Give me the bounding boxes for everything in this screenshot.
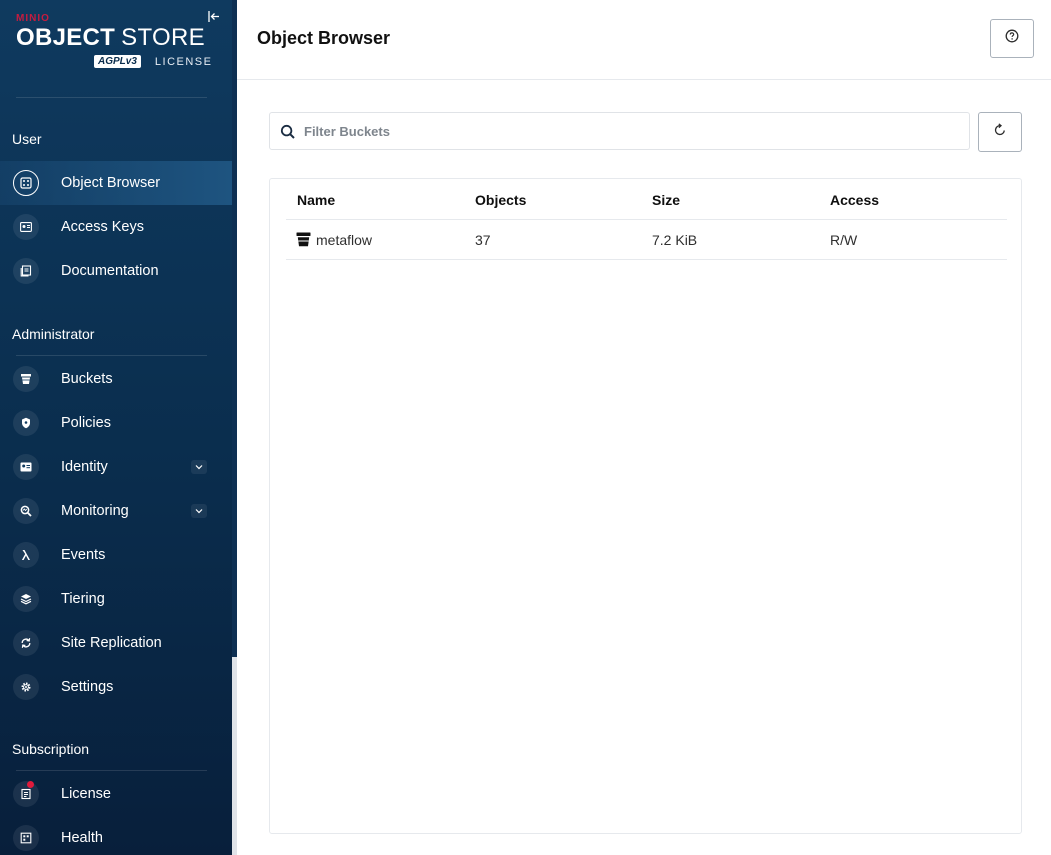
site-replication-icon [13, 630, 39, 656]
sidebar-item-label: Monitoring [61, 503, 129, 519]
sidebar-item-license[interactable]: License [0, 772, 232, 816]
refresh-icon [993, 122, 1007, 142]
section-administrator: Administrator [12, 326, 95, 342]
health-icon [13, 825, 39, 851]
section-subscription: Subscription [12, 741, 90, 757]
page-header: Object Browser [237, 0, 1051, 80]
logo-license: AGPLv3 LICENSE [94, 55, 212, 68]
sidebar-item-policies[interactable]: Policies [0, 401, 232, 445]
column-header-name[interactable]: Name [297, 192, 335, 208]
table-row[interactable]: metaflow 37 7.2 KiB R/W [286, 220, 1007, 260]
column-header-access[interactable]: Access [830, 192, 879, 208]
sidebar-item-monitoring[interactable]: Monitoring [0, 489, 232, 533]
sidebar-divider [16, 770, 207, 771]
sidebar-item-identity[interactable]: Identity [0, 445, 232, 489]
sidebar-divider [16, 97, 207, 98]
sidebar-item-label: License [61, 786, 111, 802]
bucket-icon [296, 232, 311, 247]
sidebar-item-buckets[interactable]: Buckets [0, 357, 232, 401]
sidebar-item-label: Health [61, 830, 103, 846]
bucket-access: R/W [830, 232, 858, 248]
column-header-objects[interactable]: Objects [475, 192, 526, 208]
sidebar-item-label: Tiering [61, 591, 105, 607]
notification-badge [27, 781, 34, 788]
sidebar-item-settings[interactable]: Settings [0, 665, 232, 709]
object-browser-icon [13, 170, 39, 196]
refresh-button[interactable] [978, 112, 1022, 152]
license-text: LICENSE [154, 55, 213, 68]
documentation-icon [13, 258, 39, 284]
chevron-down-icon[interactable] [191, 460, 207, 474]
sidebar-item-tiering[interactable]: Tiering [0, 577, 232, 621]
buckets-table: Name Objects Size Access metaflow 37 7.2… [269, 178, 1022, 834]
page-title: Object Browser [257, 28, 391, 48]
sidebar-scrollbar-thumb[interactable] [232, 0, 237, 657]
gear-icon [13, 674, 39, 700]
sidebar-item-label: Settings [61, 679, 114, 695]
help-icon [1005, 29, 1019, 48]
sidebar-item-label: Identity [61, 459, 108, 475]
logo-product-light: STORE [121, 24, 205, 51]
sidebar-item-label: Events [61, 547, 106, 563]
chevron-down-icon[interactable] [191, 504, 207, 518]
agpl-badge: AGPLv3 [94, 55, 141, 68]
search-input[interactable] [304, 121, 954, 141]
access-keys-icon [13, 214, 39, 240]
section-user: User [12, 131, 42, 147]
sidebar-item-object-browser[interactable]: Object Browser [0, 161, 232, 205]
lambda-icon [13, 542, 39, 568]
minio-logo: MINIO OBJECT STORE AGPLv3 LICENSE [16, 13, 211, 73]
logo-product-name: OBJECT STORE [16, 25, 206, 51]
sidebar-item-label: Policies [61, 415, 111, 431]
identity-icon [13, 454, 39, 480]
sidebar-item-health[interactable]: Health [0, 816, 232, 855]
sidebar-item-site-replication[interactable]: Site Replication [0, 621, 232, 665]
tiering-icon [13, 586, 39, 612]
sidebar-item-label: Access Keys [61, 219, 144, 235]
sidebar-item-label: Buckets [61, 371, 113, 387]
filter-buckets-search [269, 112, 970, 150]
sidebar-divider [16, 355, 207, 356]
sidebar-item-events[interactable]: Events [0, 533, 232, 577]
sidebar: MINIO OBJECT STORE AGPLv3 LICENSE User O… [0, 0, 232, 855]
help-button[interactable] [990, 19, 1034, 58]
policies-icon [13, 410, 39, 436]
collapse-sidebar-icon[interactable] [206, 9, 222, 25]
sidebar-item-label: Site Replication [61, 635, 162, 651]
sidebar-item-label: Documentation [61, 263, 159, 279]
sidebar-scrollbar[interactable] [232, 0, 237, 855]
logo-minio-text: MINIO [16, 13, 50, 24]
sidebar-item-access-keys[interactable]: Access Keys [0, 205, 232, 249]
license-icon [13, 781, 39, 807]
bucket-name: metaflow [316, 232, 373, 248]
search-icon [280, 124, 296, 140]
bucket-icon [13, 366, 39, 392]
bucket-objects: 37 [475, 232, 491, 248]
monitoring-icon [13, 498, 39, 524]
sidebar-item-label: Object Browser [61, 175, 161, 191]
table-header: Name Objects Size Access [286, 179, 1007, 220]
bucket-size: 7.2 KiB [652, 232, 698, 248]
logo-product-bold: OBJECT [16, 24, 116, 51]
column-header-size[interactable]: Size [652, 192, 680, 208]
sidebar-item-documentation[interactable]: Documentation [0, 249, 232, 293]
